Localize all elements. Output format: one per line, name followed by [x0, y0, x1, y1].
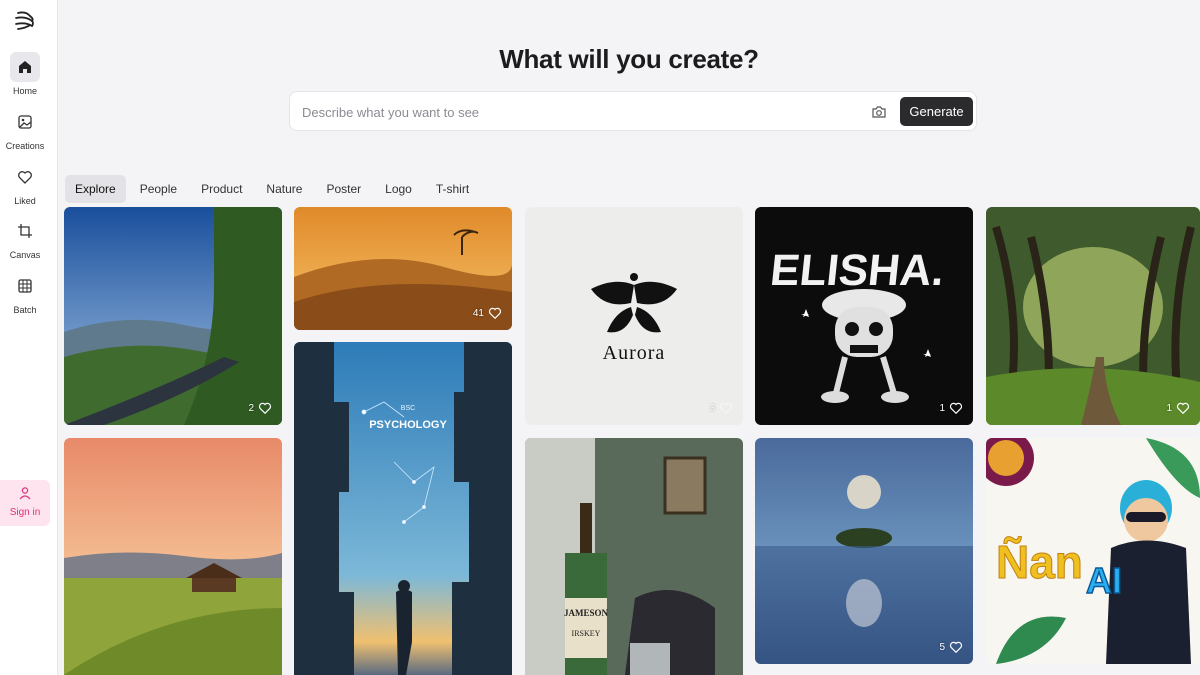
- like-badge[interactable]: 2: [248, 401, 272, 415]
- camera-icon[interactable]: [870, 103, 888, 121]
- hero-ai-text: AI: [1086, 560, 1122, 601]
- sidebar-item-canvas[interactable]: Canvas: [0, 216, 50, 260]
- user-icon: [19, 487, 31, 500]
- like-badge[interactable]: 3: [709, 401, 733, 415]
- prompt-input[interactable]: [302, 101, 842, 123]
- elisha-title-text: ELISHA.: [768, 246, 947, 295]
- moon-lake-image: [755, 438, 973, 664]
- heart-icon: [488, 307, 502, 320]
- tab-poster[interactable]: Poster: [316, 175, 371, 203]
- tab-explore[interactable]: Explore: [65, 175, 126, 203]
- sidebar-item-label: Batch: [13, 305, 37, 315]
- page-title: What will you create?: [499, 44, 759, 74]
- gallery-card-whiskey[interactable]: JAMESON IRSKEY: [525, 438, 743, 675]
- sidebar-item-label: Home: [12, 86, 37, 96]
- poster-small-label: BSC: [401, 405, 415, 412]
- tab-nature[interactable]: Nature: [256, 175, 312, 203]
- heart-icon: [258, 402, 272, 415]
- like-count: 1: [1166, 402, 1172, 414]
- like-badge[interactable]: 1: [1166, 401, 1190, 415]
- superhero-image: Ñan AI: [986, 438, 1200, 664]
- like-badge[interactable]: 5: [939, 640, 963, 654]
- psychology-poster-image: BSC PSYCHOLOGY: [294, 342, 512, 675]
- heart-icon: [18, 171, 32, 184]
- tab-product[interactable]: Product: [191, 175, 252, 203]
- heart-icon: [949, 641, 963, 654]
- tab-logo[interactable]: Logo: [375, 175, 422, 203]
- bottle-label-text: IRSKEY: [572, 629, 601, 638]
- like-count: 2: [248, 402, 254, 414]
- sidebar-item-creations[interactable]: Creations: [0, 107, 50, 151]
- sidebar-item-batch[interactable]: Batch: [0, 271, 50, 315]
- tab-tshirt[interactable]: T-shirt: [426, 175, 479, 203]
- sidebar-item-liked[interactable]: Liked: [0, 162, 50, 206]
- batch-icon: [18, 279, 32, 293]
- elisha-skull-image: ELISHA.: [768, 246, 947, 403]
- like-count: 41: [472, 307, 484, 319]
- heart-icon: [1176, 402, 1190, 415]
- sidebar-item-label: Canvas: [9, 250, 41, 260]
- prompt-bar: Generate: [289, 91, 977, 131]
- like-count: 5: [939, 641, 945, 653]
- tab-people[interactable]: People: [130, 175, 187, 203]
- gallery-card-superhero[interactable]: Ñan AI: [986, 438, 1200, 664]
- sidebar-item-label: Creations: [5, 141, 45, 151]
- crop-icon: [18, 224, 32, 238]
- whiskey-bottle-image: JAMESON IRSKEY: [525, 438, 743, 675]
- poster-title-text: PSYCHOLOGY: [369, 419, 447, 431]
- sidebar-item-home[interactable]: Home: [0, 52, 50, 96]
- app-logo-icon[interactable]: [12, 8, 38, 34]
- generate-button[interactable]: Generate: [900, 97, 973, 126]
- like-count: 3: [709, 402, 715, 414]
- bottle-brand-text: JAMESON: [564, 608, 609, 618]
- like-badge[interactable]: 1: [939, 401, 963, 415]
- like-badge[interactable]: 41: [473, 306, 502, 320]
- gallery-card-moon-lake[interactable]: 5: [755, 438, 973, 664]
- aurora-logo-image: Aurora: [591, 273, 677, 364]
- gallery-card-desert[interactable]: 41: [294, 207, 512, 330]
- gallery-card-rice-field[interactable]: [64, 438, 282, 675]
- rice-field-image: [64, 438, 282, 675]
- home-icon: [19, 61, 31, 73]
- gallery-card-forest[interactable]: 1: [986, 207, 1200, 425]
- sign-in-button[interactable]: Sign in: [0, 480, 50, 526]
- gallery-card-aurora-logo[interactable]: Aurora 3: [525, 207, 743, 425]
- sidebar: Home Creations Liked Canvas Batch Sign i…: [0, 0, 58, 675]
- mountain-road-image: [64, 207, 282, 425]
- gallery-card-psychology-poster[interactable]: BSC PSYCHOLOGY: [294, 342, 512, 675]
- like-count: 1: [939, 402, 945, 414]
- heart-icon: [719, 402, 733, 415]
- sign-in-label: Sign in: [9, 507, 41, 518]
- image-icon: [18, 115, 32, 129]
- sidebar-item-label: Liked: [14, 196, 36, 206]
- heart-icon: [949, 402, 963, 415]
- gallery-card-mountain-road[interactable]: 2: [64, 207, 282, 425]
- aurora-brand-text: Aurora: [603, 342, 666, 364]
- category-tabs: Explore People Product Nature Poster Log…: [65, 175, 479, 203]
- forest-path-image: [986, 207, 1200, 425]
- hero-brand-text: Ñan: [996, 536, 1083, 588]
- gallery-card-elisha[interactable]: ELISHA. 1: [755, 207, 973, 425]
